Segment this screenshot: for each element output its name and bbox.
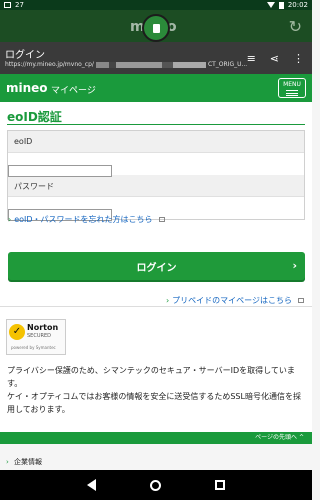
menu-lines-icon[interactable]: ≡ — [247, 52, 256, 65]
more-options-icon[interactable]: ⋮ — [293, 52, 304, 65]
footer: › 企業情報 — [0, 444, 312, 470]
chevron-right-icon: › — [6, 458, 9, 466]
norton-name: Norton — [27, 323, 59, 332]
system-nav-bar — [0, 470, 312, 500]
back-to-top-bar[interactable]: ページの先頭へ ^ — [0, 432, 312, 444]
browser-url[interactable]: https://my.mineo.jp/mvno_cp/CT_ORIG_U... — [5, 61, 247, 68]
password-label: パスワード — [8, 175, 304, 197]
norton-secured: SECURED — [27, 333, 51, 339]
home-icon[interactable] — [150, 479, 161, 491]
wifi-icon — [266, 2, 275, 8]
title-divider — [7, 124, 305, 125]
external-link-icon — [158, 217, 165, 222]
prepaid-link-text: プリペイドのマイページはこちら — [172, 296, 292, 305]
site-logo-text: mineo — [6, 81, 48, 95]
login-button[interactable]: ログイン › — [8, 252, 305, 280]
image-icon — [4, 2, 11, 8]
corporate-info-link[interactable]: › 企業情報 — [6, 457, 42, 467]
back-to-top-text: ページの先頭へ — [255, 434, 298, 441]
browser-bar: ログイン https://my.mineo.jp/mvno_cp/CT_ORIG… — [0, 42, 312, 74]
ssl-text-2: ケイ・オプティコムではお客様の情報を安全に送受信するためSSL暗号化通信を採用し… — [7, 392, 301, 414]
site-header: mineo マイページ MENU — [0, 74, 312, 102]
status-notification-text: 27 — [15, 1, 24, 9]
menu-label: MENU — [283, 81, 301, 88]
login-page: eoID認証 eoID パスワード › eoID・パスワードを忘れた方はこちら … — [0, 102, 312, 432]
battery-icon — [278, 1, 284, 9]
document-icon — [152, 23, 160, 33]
ssl-description: プライバシー保護のため、シマンテックのセキュア・サーバーIDを取得しています。 … — [7, 364, 305, 416]
chevron-right-icon: › — [8, 215, 12, 224]
recent-apps-icon[interactable] — [215, 480, 225, 490]
ssl-info: ✓ Norton SECURED powered by Symantec プライ… — [0, 306, 312, 430]
chevron-right-icon: › — [292, 259, 297, 272]
site-logo[interactable]: mineo — [6, 81, 48, 95]
norton-seal[interactable]: ✓ Norton SECURED powered by Symantec — [6, 319, 66, 355]
menu-button[interactable]: MENU — [278, 78, 306, 98]
chevron-right-icon: › — [165, 296, 170, 305]
norton-powered-by: powered by Symantec — [11, 345, 56, 350]
status-time: 20:02 — [287, 1, 308, 9]
back-icon[interactable] — [87, 479, 96, 491]
forgot-password-link[interactable]: › eoID・パスワードを忘れた方はこちら — [8, 214, 165, 225]
screen: 27 20:02 mneo ↻ ログイン https://my.mineo.jp… — [0, 0, 312, 500]
ssl-text-1: プライバシー保護のため、シマンテックのセキュア・サーバーIDを取得しています。 — [7, 366, 295, 388]
site-subtitle: マイページ — [51, 86, 96, 96]
forgot-password-text: eoID・パスワードを忘れた方はこちら — [14, 215, 153, 224]
url-prefix: https://my.mineo.jp/mvno_cp/ — [5, 61, 94, 68]
login-form: eoID パスワード — [7, 130, 305, 221]
url-redacted — [95, 61, 206, 68]
eoid-label: eoID — [8, 131, 304, 153]
url-suffix: CT_ORIG_U... — [207, 61, 248, 68]
status-bar: 27 20:02 — [0, 0, 312, 10]
share-icon[interactable]: ⋖ — [270, 52, 279, 65]
checkmark-icon: ✓ — [9, 324, 25, 340]
eoid-input[interactable] — [8, 164, 112, 177]
prepaid-mypage-link[interactable]: › プリペイドのマイページはこちら — [166, 295, 304, 306]
page-title: eoID認証 — [7, 110, 62, 124]
browser-page-title: ログイン — [5, 50, 45, 61]
corporate-info-text: 企業情報 — [14, 458, 43, 466]
document-fab-button[interactable] — [142, 14, 170, 42]
external-link-icon — [298, 298, 304, 303]
hamburger-icon — [286, 90, 298, 96]
chevron-up-icon: ^ — [298, 434, 304, 441]
eoid-field-row — [8, 153, 304, 177]
login-button-label: ログイン — [136, 262, 177, 274]
refresh-icon[interactable]: ↻ — [289, 17, 302, 36]
